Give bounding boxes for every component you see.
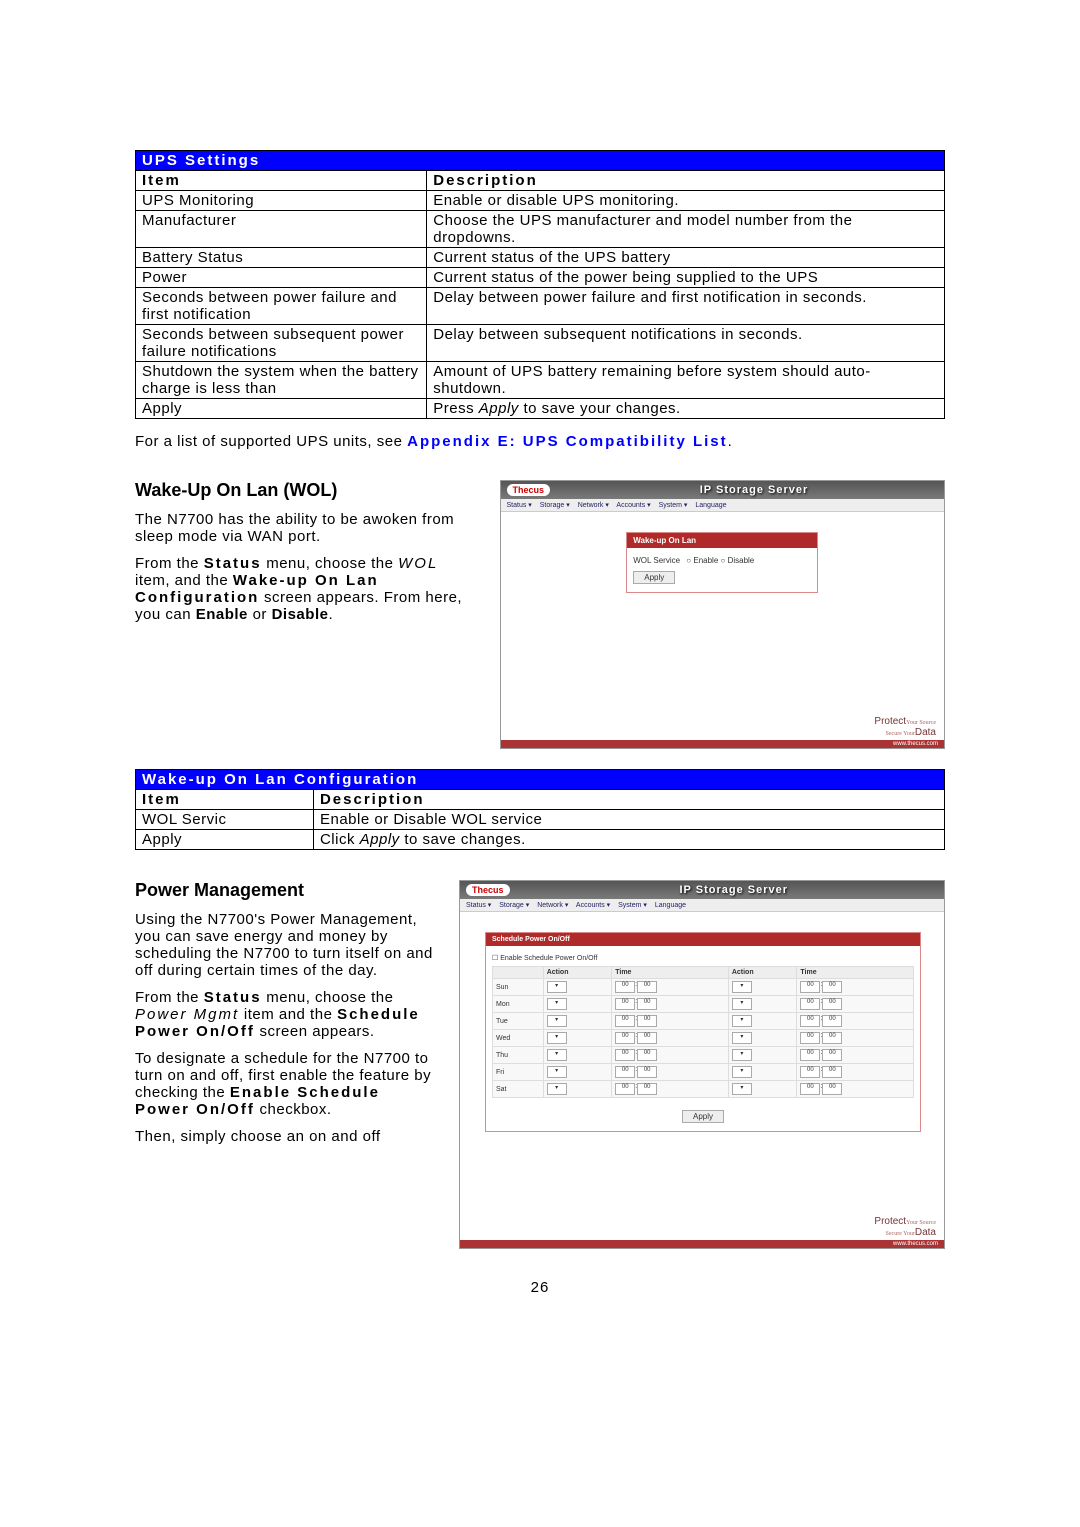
ss-title: IP Storage Server [530,884,938,896]
ups-note: For a list of supported UPS units, see A… [135,433,945,450]
pm-heading: Power Management [135,880,435,901]
pm-p3: To designate a schedule for the N7700 to… [135,1050,435,1118]
col-desc: Description [313,790,944,810]
brand-logo: Thecus [466,884,510,896]
cell: WOL Servic [136,810,314,830]
wol-p1: The N7700 has the ability to be awoken f… [135,511,475,545]
apply-button[interactable]: Apply [682,1110,724,1123]
ups-table-header: UPS Settings [136,151,945,171]
col-item: Item [136,790,314,810]
ss-footer: ProtectYour Source Secure YourData [460,1212,944,1240]
apply-button[interactable]: Apply [633,571,675,584]
ups-settings-table: UPS Settings Item Description UPS Monito… [135,150,945,419]
wol-panel: Wake-up On Lan WOL Service ○ Enable ○ Di… [626,532,818,593]
cell: Current status of the UPS battery [427,248,945,268]
cell: Click Apply to save changes. [313,830,944,850]
schedule-panel: Schedule Power On/Off ☐ Enable Schedule … [485,932,921,1132]
pm-screenshot: Thecus IP Storage Server Status ▾ Storag… [459,880,945,1249]
cell: UPS Monitoring [136,191,427,211]
wol-screenshot: Thecus IP Storage Server Status ▾ Storag… [500,480,946,749]
pm-p2: From the Status menu, choose the Power M… [135,989,435,1040]
wol-service-label: WOL Service [633,556,680,565]
schedule-table: Action Time Action Time Sun▾00:00▾00:00 … [492,966,914,1098]
cell: Delay between subsequent notifications i… [427,325,945,362]
cell: Shutdown the system when the battery cha… [136,362,427,399]
cell: Battery Status [136,248,427,268]
wol-panel-head: Wake-up On Lan [627,533,817,548]
appendix-link[interactable]: Appendix E: UPS Compatibility List [407,433,728,450]
cell: Enable or Disable WOL service [313,810,944,830]
ss-menubar: Status ▾ Storage ▾ Network ▾ Accounts ▾ … [501,499,945,512]
page-content: UPS Settings Item Description UPS Monito… [0,0,1080,1336]
pm-p4: Then, simply choose an on and off [135,1128,435,1145]
pm-p1: Using the N7700's Power Management, you … [135,911,435,979]
cell: Seconds between subsequent power failure… [136,325,427,362]
cell: Choose the UPS manufacturer and model nu… [427,211,945,248]
wol-heading: Wake-Up On Lan (WOL) [135,480,475,501]
ss-title: IP Storage Server [570,484,938,496]
cell: Seconds between power failure and first … [136,288,427,325]
col-item: Item [136,171,427,191]
cell: Apply [136,830,314,850]
schedule-panel-head: Schedule Power On/Off [486,933,920,946]
cell: Manufacturer [136,211,427,248]
cell: Current status of the power being suppli… [427,268,945,288]
ss-menubar: Status ▾ Storage ▾ Network ▾ Accounts ▾ … [460,899,944,912]
cell: Power [136,268,427,288]
ss-footer: ProtectYour Source Secure YourData [501,712,945,740]
cell: Press Apply to save your changes. [427,399,945,419]
wol-p2: From the Status menu, choose the WOL ite… [135,555,475,623]
cell: Amount of UPS battery remaining before s… [427,362,945,399]
cell: Delay between power failure and first no… [427,288,945,325]
wol-table-header: Wake-up On Lan Configuration [136,770,945,790]
wol-config-table: Wake-up On Lan Configuration Item Descri… [135,769,945,850]
brand-logo: Thecus [507,484,551,496]
cell: Enable or disable UPS monitoring. [427,191,945,211]
cell: Apply [136,399,427,419]
col-desc: Description [427,171,945,191]
page-number: 26 [135,1279,945,1296]
enable-schedule-checkbox[interactable]: Enable Schedule Power On/Off [500,955,597,962]
